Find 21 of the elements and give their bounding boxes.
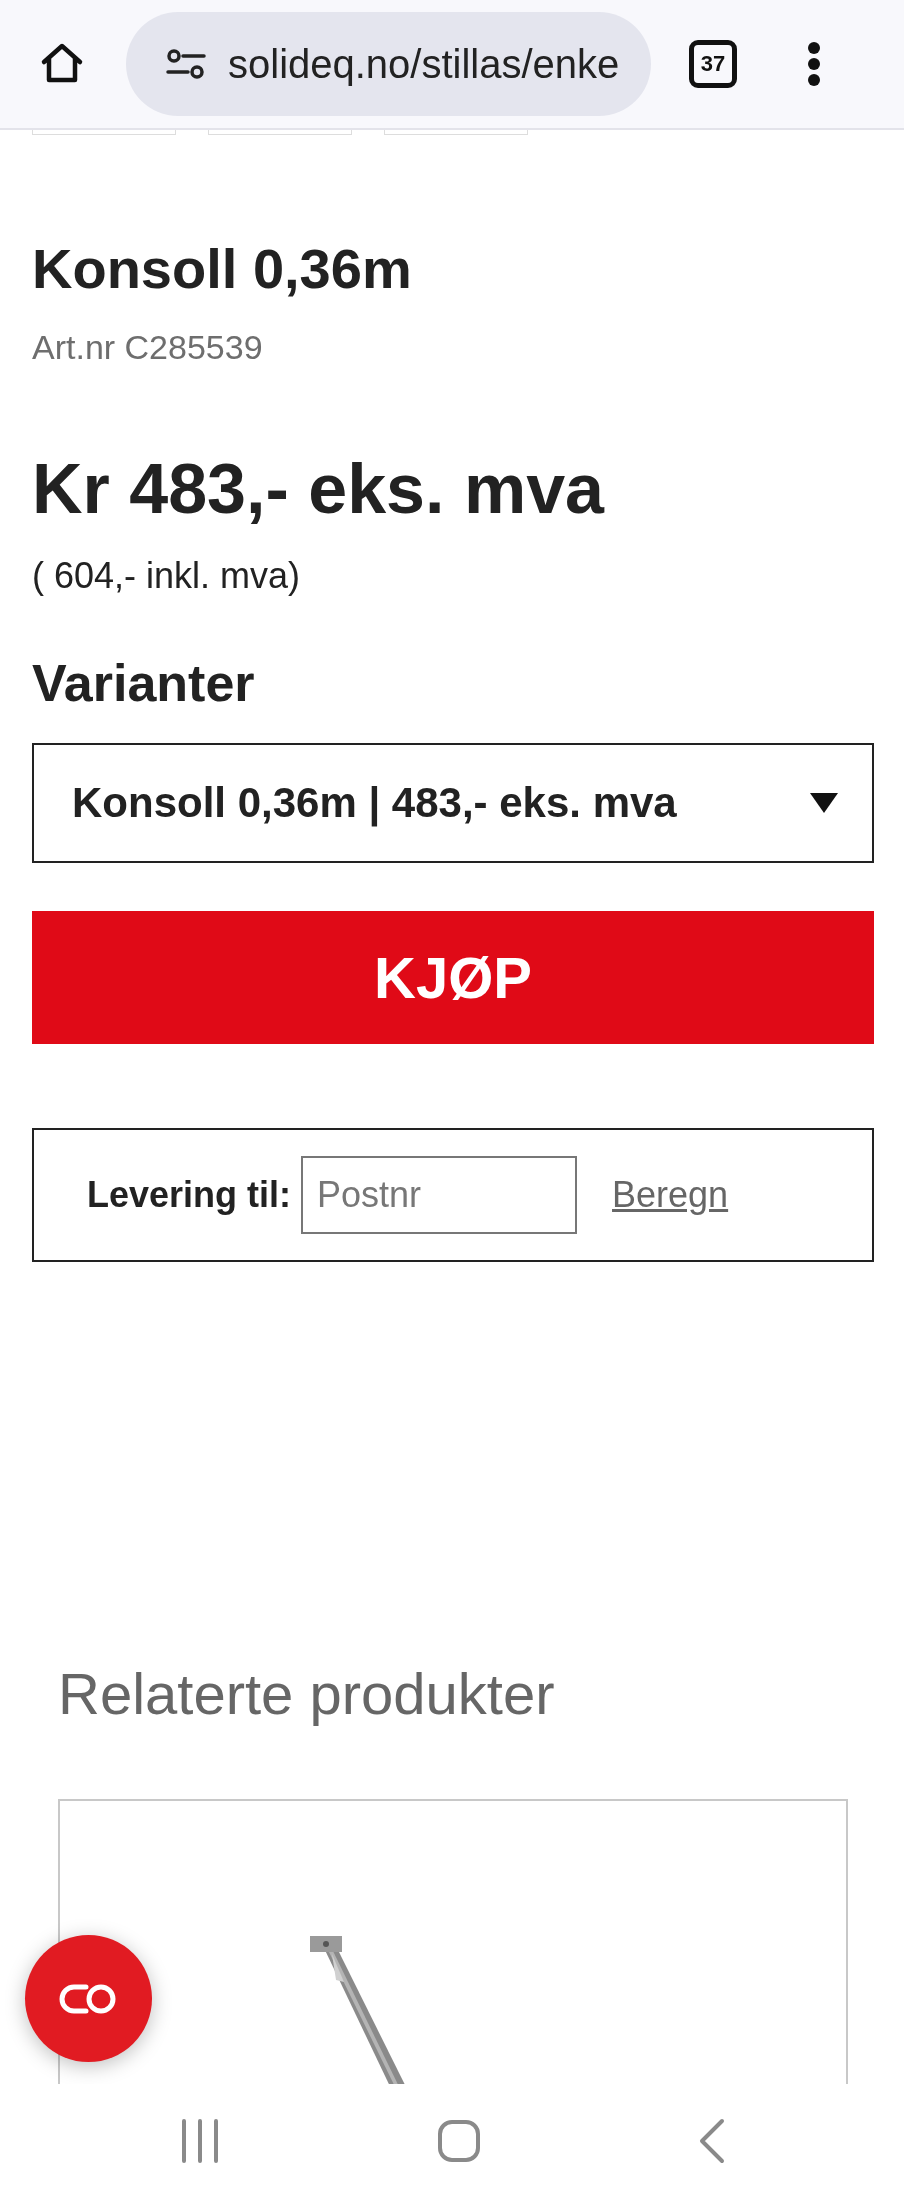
dropdown-caret-icon [810,793,838,814]
product-title: Konsoll 0,36m [32,236,413,302]
address-bar[interactable]: solideq.no/stillas/enke [126,12,651,116]
back-icon[interactable] [698,2117,726,2164]
menu-icon[interactable] [807,41,821,87]
price-incl-vat: ( 604,- inkl. mva) [32,555,302,598]
calculate-link[interactable]: Beregn [612,1174,729,1217]
home-button-icon[interactable] [437,2118,481,2163]
price: Kr 483,- eks. mva [32,449,606,531]
related-heading: Relaterte produkter [58,1660,556,1728]
chat-button[interactable] [25,1935,152,2062]
buy-button[interactable]: KJØP [32,911,874,1045]
recent-apps-icon[interactable] [180,2118,220,2163]
delivery-label: Levering til: [87,1174,292,1217]
article-number: Art.nr C285539 [32,328,264,368]
site-settings-icon[interactable] [166,48,206,80]
variant-dropdown[interactable]: Konsoll 0,36m | 483,- eks. mva [32,743,874,864]
postcode-field[interactable]: Postnr [301,1156,578,1235]
variants-label: Varianter [32,653,256,714]
tab-count[interactable]: 37 [689,40,737,88]
url-text: solideq.no/stillas/enke [228,41,620,87]
